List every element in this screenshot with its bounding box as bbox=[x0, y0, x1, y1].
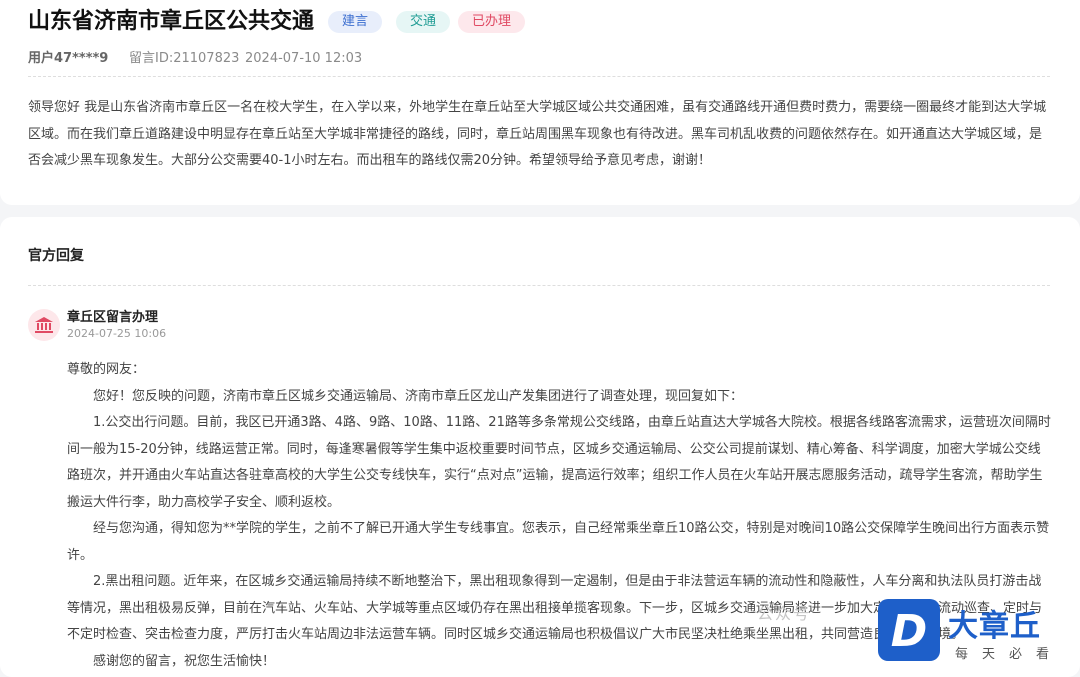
message-time: 2024-07-10 12:03 bbox=[245, 51, 363, 66]
svg-text:D: D bbox=[891, 606, 928, 657]
reply-time: 2024-07-25 10:06 bbox=[67, 327, 167, 340]
replier-name: 章丘区留言办理 bbox=[67, 310, 159, 325]
page-title: 山东省济南市章丘区公共交通 bbox=[28, 9, 315, 34]
wechat-watermark: 公众号 bbox=[757, 604, 812, 623]
reply-salutation: 尊敬的网友： bbox=[67, 362, 146, 377]
tag-type[interactable]: 建言 bbox=[328, 11, 383, 33]
message-card: 山东省济南市章丘区公共交通 建言 交通 已办理 用户47****9 留言ID:2… bbox=[0, 0, 1080, 205]
da-zhangqiu-logo-icon: D bbox=[878, 599, 940, 661]
reply-paragraph: 经与您沟通，得知您为**学院的学生，之前不了解已开通大学生专线事宜。您表示，自己… bbox=[67, 521, 1050, 563]
reply-paragraph: 您好！您反映的问题，济南市章丘区城乡交通运输局、济南市章丘区龙山产发集团进行了调… bbox=[93, 388, 744, 404]
divider bbox=[28, 76, 1050, 77]
message-content: 领导您好 我是山东省济南市章丘区一名在校大学生，在入学以来，外地学生在章丘站至大… bbox=[28, 100, 1047, 168]
status-badge: 已办理 bbox=[458, 11, 526, 33]
replier-avatar bbox=[28, 309, 60, 341]
reply-paragraph: 1.公交出行问题。目前，我区已开通3路、4路、9路、10路、11路、21路等多条… bbox=[67, 415, 1051, 510]
logo-name: 大章丘 bbox=[948, 609, 1041, 644]
logo-slogan: 每天必看 bbox=[955, 647, 1064, 662]
user-name: 用户47****9 bbox=[28, 51, 109, 66]
tag-category[interactable]: 交通 bbox=[396, 11, 451, 33]
reply-section-title: 官方回复 bbox=[28, 248, 84, 264]
government-building-icon bbox=[35, 317, 53, 333]
divider bbox=[28, 285, 1050, 286]
message-id: 留言ID:21107823 bbox=[129, 51, 240, 66]
